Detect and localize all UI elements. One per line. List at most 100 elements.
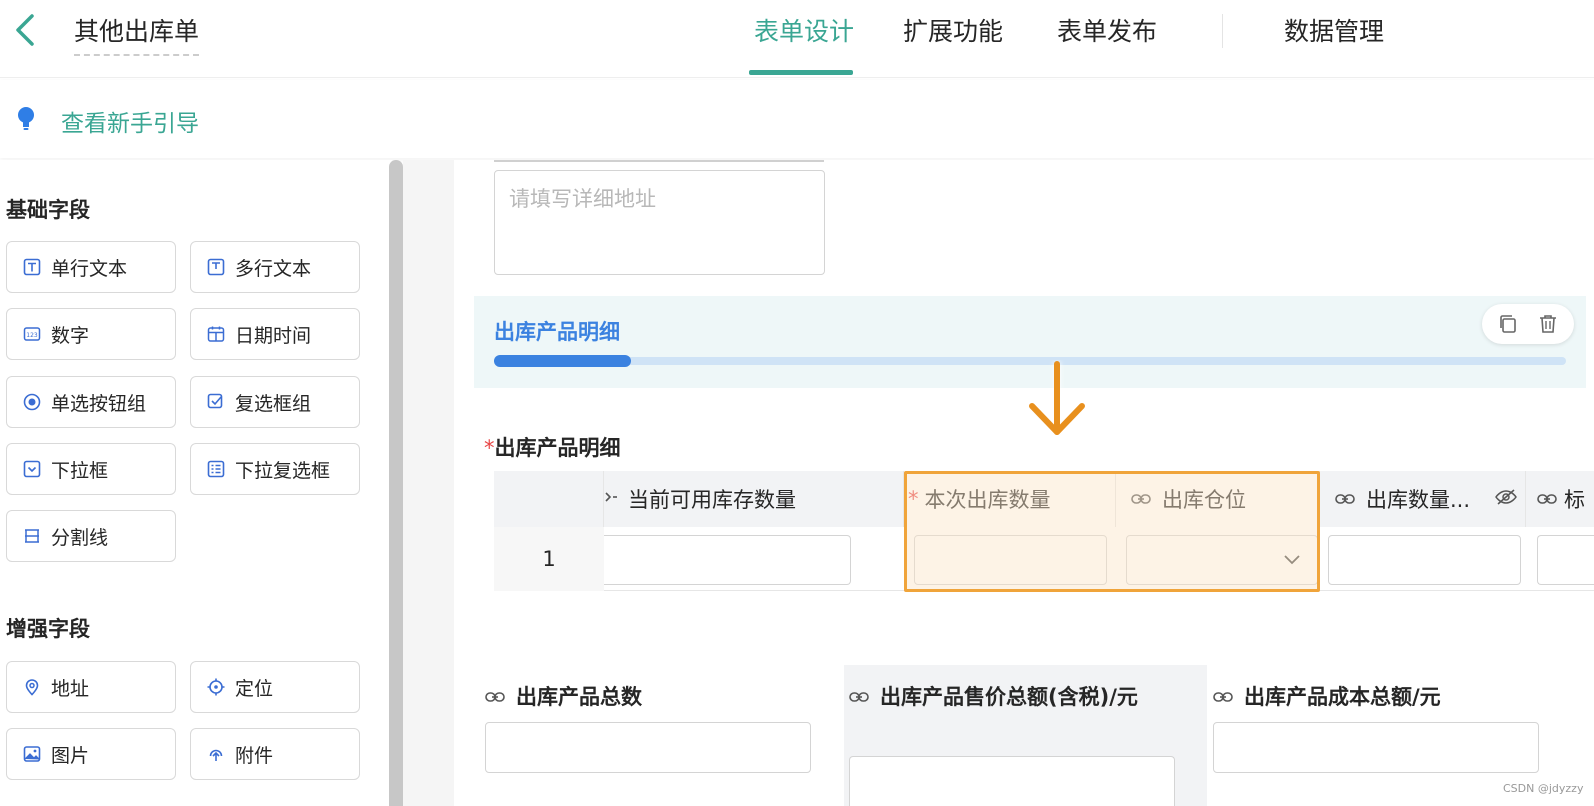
divider-icon [23,527,41,545]
dropdown-icon [23,460,41,478]
column-label: 标 [1564,488,1585,512]
image-icon [23,745,41,763]
field-checkbox-group[interactable]: 复选框组 [190,376,360,428]
row-number: 1 [494,527,604,591]
dropdown-checkbox-icon [207,460,225,478]
subtable-label-text: 出库产品明细 [494,436,621,460]
address-field-top-edge [494,160,824,162]
watermark: CSDN @jdyzzy [1503,782,1584,795]
text-icon [23,258,41,276]
field-label: 单选按钮组 [51,392,147,415]
form-canvas: 请填写详细地址 出库产品明细 *出库产品明细 当前可用库存数量 * 本次出库数量… [454,160,1594,806]
field-label: 数字 [51,324,90,347]
field-dropdown-checkbox[interactable]: 下拉复选框 [190,443,360,495]
link-icon [1212,686,1234,708]
total-cost-amount-label: 出库产品成本总额/元 [1212,680,1441,714]
subtable-label: *出库产品明细 [484,432,621,462]
field-attachment[interactable]: 附件 [190,728,360,780]
svg-text:123: 123 [26,332,38,339]
location-pin-icon [23,678,41,696]
field-locate[interactable]: 定位 [190,661,360,713]
detailed-address-textarea[interactable]: 请填写详细地址 [494,170,825,275]
field-label: 下拉复选框 [235,459,331,482]
field-label: 定位 [235,677,274,700]
link-icon [1334,488,1356,510]
drag-progress-fill [494,355,631,367]
view-guide-link[interactable]: 查看新手引导 [61,104,199,138]
field-label: 多行文本 [235,257,312,280]
checkbox-icon [207,393,225,411]
field-number[interactable]: 123 数字 [6,308,176,360]
link-icon [604,487,618,511]
field-single-line-text[interactable]: 单行文本 [6,241,176,293]
drag-down-arrow-icon [1029,361,1085,435]
enhanced-fields-title: 增强字段 [6,617,90,641]
field-label: 复选框组 [235,392,312,415]
truncated-column-input[interactable] [1537,535,1594,585]
column-label: 当前可用库存数量 [628,488,796,512]
guide-bar: 查看新手引导 [0,80,1594,158]
back-arrow-icon[interactable] [10,10,40,50]
field-label: 单行文本 [51,257,128,280]
sidebar-scrollbar[interactable] [389,160,403,806]
component-actions [1482,304,1574,344]
column-header-outbound-qty-2[interactable]: 出库数量... [1320,471,1526,527]
lightbulb-icon [18,107,34,130]
multiline-text-icon [207,258,225,276]
attachment-icon [207,745,225,763]
table-header-index [494,471,604,527]
nav-divider [1222,14,1223,48]
top-navigation-bar: 其他出库单 表单设计 扩展功能 表单发布 数据管理 [0,0,1594,78]
available-stock-input[interactable] [604,535,851,585]
required-mark: * [484,436,495,460]
eye-hidden-icon[interactable] [1494,487,1518,512]
number-icon: 123 [23,325,41,343]
column-label: 出库数量... [1366,488,1471,512]
address-placeholder: 请填写详细地址 [509,187,656,211]
field-multi-line-text[interactable]: 多行文本 [190,241,360,293]
calendar-icon [207,325,225,343]
canvas-gutter [403,160,454,806]
outbound-qty-2-input[interactable] [1328,535,1521,585]
field-label: 地址 [51,677,90,700]
column-header-available-stock[interactable]: 当前可用库存数量 [604,471,904,527]
form-title[interactable]: 其他出库单 [74,12,200,56]
total-sale-amount-label: 出库产品售价总额(含税)/元 [848,680,1148,714]
radio-icon [23,393,41,411]
field-datetime[interactable]: 日期时间 [190,308,360,360]
basic-fields-title: 基础字段 [6,198,90,222]
total-quantity-input[interactable] [485,722,811,773]
link-icon [484,686,506,708]
total-cost-amount-input[interactable] [1213,722,1539,773]
delete-icon[interactable] [1533,309,1563,339]
field-palette-sidebar: 基础字段 单行文本 多行文本 123 数字 日期时间 单选按钮组 复选框组 下拉… [0,160,392,806]
subtable-title: 出库产品明细 [494,320,620,344]
tab-data-management[interactable]: 数据管理 [1284,12,1384,48]
tab-form-design[interactable]: 表单设计 [754,12,854,48]
copy-icon[interactable] [1493,309,1523,339]
link-icon [1536,488,1558,510]
field-radio-group[interactable]: 单选按钮组 [6,376,176,428]
tab-extensions[interactable]: 扩展功能 [903,12,1003,48]
field-label-text: 出库产品总数 [516,685,642,709]
field-label-text: 出库产品售价总额(含税)/元 [880,685,1138,709]
locate-icon [207,678,225,696]
subtable-grid: 当前可用库存数量 * 本次出库数量 出库仓位 出库数量... 标 1 [494,471,1594,592]
field-label: 分割线 [51,526,109,549]
field-label: 附件 [235,744,274,767]
field-label: 下拉框 [51,459,109,482]
field-label: 图片 [51,744,90,767]
total-quantity-label: 出库产品总数 [484,680,642,714]
column-header-truncated[interactable]: 标 [1526,471,1594,527]
drop-target-highlight [904,471,1320,592]
field-label: 日期时间 [235,324,312,347]
total-sale-amount-input[interactable] [849,756,1175,806]
link-icon [848,686,870,708]
field-address[interactable]: 地址 [6,661,176,713]
field-label-text: 出库产品成本总额/元 [1244,685,1441,709]
tab-publish[interactable]: 表单发布 [1057,12,1157,48]
field-image[interactable]: 图片 [6,728,176,780]
field-divider[interactable]: 分割线 [6,510,176,562]
field-dropdown[interactable]: 下拉框 [6,443,176,495]
active-tab-indicator [749,70,853,75]
